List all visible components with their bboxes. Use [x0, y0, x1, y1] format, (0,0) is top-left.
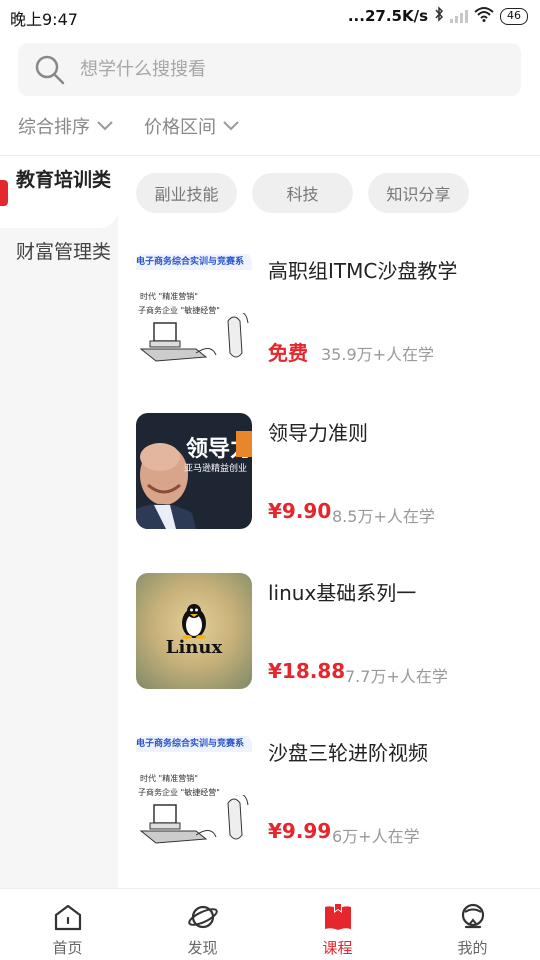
filter-row: 综合排序 价格区间 [18, 110, 240, 142]
search-icon [34, 50, 80, 90]
status-time: 晚上9:47 [10, 10, 78, 29]
computer-illustration [139, 795, 249, 844]
sort-filter[interactable]: 综合排序 [18, 113, 114, 139]
thumbnail-line: 时代 "精准营销" [140, 292, 198, 301]
course-title: 沙盘三轮进阶视频 [268, 741, 428, 765]
course-thumbnail: 领导力 亚马逊精益创业 [136, 413, 252, 529]
search-bar[interactable] [18, 43, 521, 96]
chevron-down-icon [222, 116, 240, 137]
status-indicators: ...27.5K/s 46 [348, 6, 528, 26]
book-icon [324, 904, 351, 930]
active-indicator [0, 180, 8, 206]
course-price: ¥9.99 [268, 819, 332, 843]
course-item[interactable]: 电子商务综合实训与竞赛系 时代 "精准营销" 子商务企业 "敏捷经营" 高职组I… [136, 251, 536, 367]
price-filter-label: 价格区间 [144, 117, 216, 138]
course-item[interactable]: Linux linux基础系列一 ¥18.88 7.7万+人在学 [136, 573, 536, 689]
bluetooth-icon [434, 6, 444, 26]
sidebar-item-education[interactable]: 教育培训类 [0, 156, 118, 228]
search-input[interactable] [80, 59, 460, 80]
course-item[interactable]: 电子商务综合实训与竞赛系 时代 "精准营销" 子商务企业 "敏捷经营" 沙盘三轮… [136, 733, 536, 849]
sort-filter-label: 综合排序 [18, 117, 90, 138]
category-sidebar: 教育培训类 财富管理类 [0, 156, 118, 888]
tag-knowledge-sharing[interactable]: 知识分享 [368, 173, 469, 213]
computer-illustration [139, 313, 249, 362]
price-filter[interactable]: 价格区间 [144, 113, 240, 139]
nav-home[interactable]: 首页 [0, 889, 135, 960]
thumbnail-line: 时代 "精准营销" [140, 774, 198, 783]
nav-label: 课程 [322, 939, 353, 957]
thumbnail-text: Linux [165, 637, 223, 658]
nav-profile[interactable]: 我的 [405, 889, 540, 960]
thumbnail-accent [236, 431, 252, 457]
sidebar-item-wealth[interactable]: 财富管理类 [0, 228, 118, 308]
thumbnail-banner: 电子商务综合实训与竞赛系 [136, 736, 252, 752]
course-thumbnail: Linux [136, 573, 252, 689]
course-thumbnail: 电子商务综合实训与竞赛系 时代 "精准营销" 子商务企业 "敏捷经营" [136, 251, 252, 367]
course-item[interactable]: 领导力 亚马逊精益创业 领导力准则 ¥9.90 8.5万+人在学 [136, 413, 536, 529]
bottom-nav: 首页 发现 课程 我的 [0, 888, 540, 960]
tag-side-skills[interactable]: 副业技能 [136, 173, 237, 213]
nav-courses[interactable]: 课程 [270, 889, 405, 960]
sidebar-item-label: 财富管理类 [16, 241, 112, 263]
course-title: 高职组ITMC沙盘教学 [268, 259, 458, 283]
course-thumbnail: 电子商务综合实训与竞赛系 时代 "精准营销" 子商务企业 "敏捷经营" [136, 733, 252, 849]
course-learners: 35.9万+人在学 [321, 345, 435, 364]
sidebar-item-label: 教育培训类 [16, 169, 112, 191]
nav-label: 我的 [457, 939, 488, 957]
nav-label: 首页 [52, 939, 83, 957]
profile-icon [461, 903, 484, 929]
nav-label: 发现 [187, 939, 218, 957]
signal-icon [450, 9, 468, 23]
tag-row: 副业技能 科技 知识分享 [136, 173, 469, 213]
wifi-icon [474, 6, 494, 26]
thumbnail-subtitle: 亚马逊精益创业 [184, 464, 248, 474]
status-bar: 晚上9:47 ...27.5K/s 46 [0, 0, 540, 34]
penguin-icon [182, 604, 206, 639]
course-title: 领导力准则 [268, 421, 368, 445]
thumbnail-banner: 电子商务综合实训与竞赛系 [136, 254, 252, 270]
planet-icon [187, 905, 218, 929]
battery-indicator: 46 [500, 7, 528, 25]
tag-tech[interactable]: 科技 [252, 173, 353, 213]
course-learners: 6万+人在学 [332, 827, 420, 846]
course-price: 免费 [268, 341, 308, 365]
chevron-down-icon [96, 116, 114, 137]
course-learners: 8.5万+人在学 [332, 507, 435, 526]
course-title: linux基础系列一 [268, 581, 417, 605]
network-speed: ...27.5K/s [347, 7, 428, 25]
nav-discover[interactable]: 发现 [135, 889, 270, 960]
course-price: ¥18.88 [268, 659, 346, 683]
course-price: ¥9.90 [268, 499, 332, 523]
course-learners: 7.7万+人在学 [345, 667, 448, 686]
home-icon [54, 904, 81, 931]
